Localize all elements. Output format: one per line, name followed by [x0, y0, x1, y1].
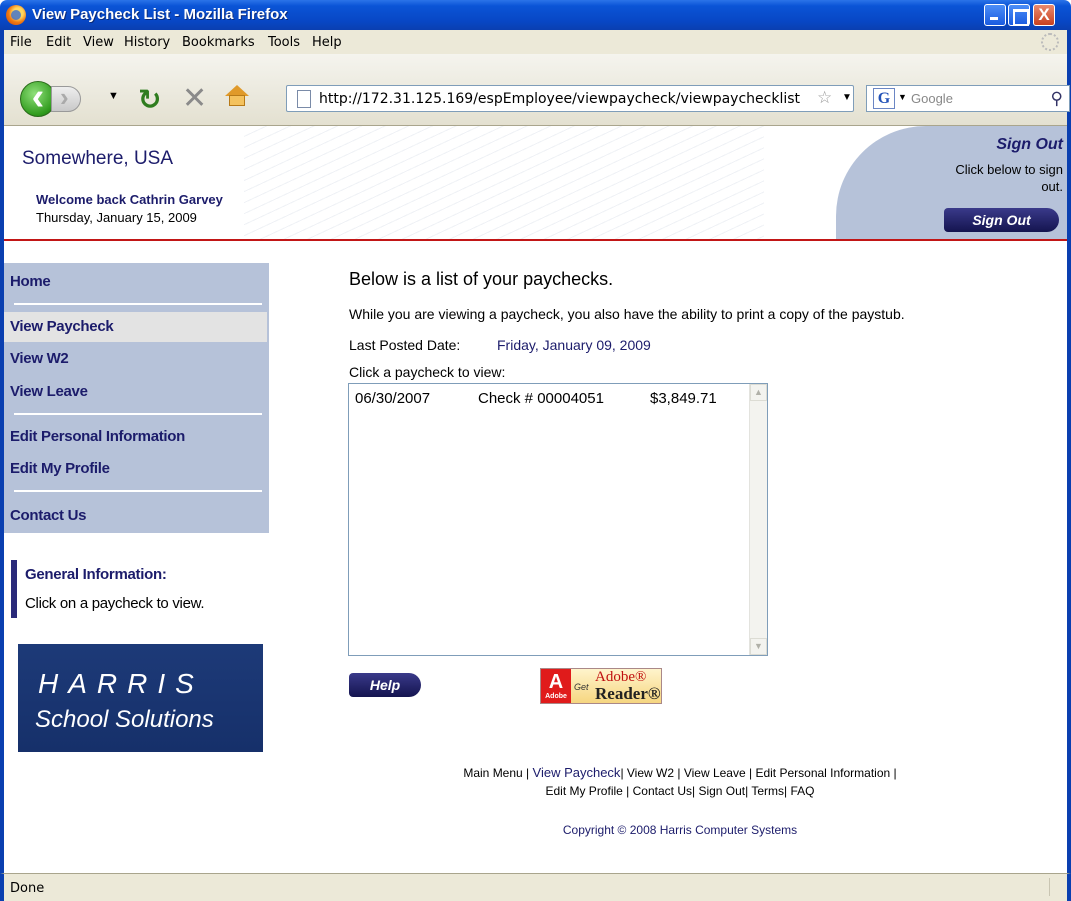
stop-icon[interactable]: ✕ — [182, 81, 207, 116]
close-button[interactable]: X — [1033, 4, 1055, 26]
home-icon[interactable] — [225, 85, 249, 107]
sidebar-item-edit-my-profile[interactable]: Edit My Profile — [10, 460, 110, 477]
menu-tools[interactable]: Tools — [268, 35, 300, 50]
harris-logo-wordmark: HARRIS — [38, 668, 204, 699]
footer-links-row-1: Main Menu | View Paycheck| View W2 | Vie… — [463, 765, 897, 780]
signout-description: Click below to sign out. — [955, 162, 1063, 194]
footer-links-row-2: Edit My Profile | Contact Us| Sign Out| … — [545, 784, 815, 798]
sidebar-item-home[interactable]: Home — [10, 273, 51, 290]
url-text[interactable]: http://172.31.125.169/espEmployee/viewpa… — [319, 91, 800, 107]
last-posted-label: Last Posted Date: — [349, 337, 461, 353]
header-divider — [4, 239, 1067, 241]
forward-icon[interactable] — [51, 82, 81, 113]
reload-icon[interactable]: ↻ — [138, 83, 161, 116]
history-dropdown-icon[interactable]: ▼ — [108, 90, 119, 102]
footer-link-view-paycheck[interactable]: View Paycheck — [533, 765, 621, 780]
last-posted-date: Friday, January 09, 2009 — [497, 337, 651, 353]
maximize-button[interactable] — [1008, 4, 1030, 26]
search-input[interactable]: Google — [911, 91, 953, 106]
header-decoration — [244, 126, 764, 241]
menu-file[interactable]: File — [10, 35, 32, 50]
page-title: Below is a list of your paychecks. — [349, 269, 614, 289]
paycheck-amount: $3,849.71 — [650, 390, 717, 407]
info-accent-bar — [11, 560, 17, 618]
window-border-left — [0, 126, 4, 873]
minimize-icon — [985, 5, 1005, 25]
footer-link-terms[interactable]: Terms — [751, 784, 784, 798]
sidebar-item-view-paycheck[interactable]: View Paycheck — [10, 318, 114, 335]
current-date: Thursday, January 15, 2009 — [36, 210, 197, 225]
search-engine-dropdown-icon[interactable]: ▼ — [898, 92, 907, 102]
scroll-down-icon[interactable]: ▼ — [750, 638, 767, 655]
resize-grip-icon[interactable] — [1049, 878, 1063, 896]
firefox-icon — [6, 5, 26, 25]
footer-link-sign-out[interactable]: Sign Out — [698, 784, 745, 798]
copyright-notice: Copyright © 2008 Harris Computer Systems — [562, 823, 798, 837]
footer-link-faq[interactable]: FAQ — [791, 784, 815, 798]
scroll-up-icon[interactable]: ▲ — [750, 384, 767, 401]
footer-link-contact-us[interactable]: Contact Us — [633, 784, 692, 798]
google-icon[interactable]: G — [873, 88, 895, 109]
paycheck-number: Check # 00004051 — [478, 390, 604, 407]
status-text: Done — [10, 881, 45, 896]
sidebar-item-edit-personal-information[interactable]: Edit Personal Information — [10, 428, 185, 445]
site-name: Somewhere, USA — [22, 148, 174, 169]
welcome-message: Welcome back Cathrin Garvey — [36, 192, 223, 207]
close-icon: X — [1038, 5, 1050, 24]
footer-link-edit-my-profile[interactable]: Edit My Profile — [545, 784, 622, 798]
paycheck-list-label: Click a paycheck to view: — [349, 364, 506, 380]
general-information-title: General Information: — [25, 566, 167, 583]
menu-bookmarks[interactable]: Bookmarks — [182, 35, 255, 50]
get-adobe-reader-badge[interactable]: A Adobe Get Adobe® Reader® — [540, 668, 662, 704]
page-icon — [297, 90, 311, 108]
sidebar-divider — [14, 490, 262, 492]
url-dropdown-icon[interactable]: ▼ — [842, 92, 852, 103]
search-icon[interactable]: ⚲ — [1051, 89, 1063, 109]
paycheck-date: 06/30/2007 — [355, 390, 431, 407]
sidebar-item-contact-us[interactable]: Contact Us — [10, 507, 86, 524]
throbber-icon — [1041, 33, 1059, 51]
footer-link-view-w2[interactable]: View W2 — [627, 766, 674, 780]
window-title: View Paycheck List - Mozilla Firefox — [32, 6, 288, 23]
sidebar-divider — [14, 413, 262, 415]
harris-logo: HARRIS School Solutions — [18, 644, 263, 752]
general-information-text: Click on a paycheck to view. — [25, 595, 205, 612]
signout-button[interactable]: Sign Out — [944, 208, 1059, 232]
search-bar[interactable]: G ▼ Google ⚲ — [866, 85, 1070, 112]
adobe-logo-caption: Adobe — [545, 693, 567, 700]
footer-link-main-menu[interactable]: Main Menu — [463, 766, 522, 780]
menu-help[interactable]: Help — [312, 35, 342, 50]
menu-edit[interactable]: Edit — [46, 35, 71, 50]
window-border-right — [1067, 126, 1071, 873]
sidebar-item-view-leave[interactable]: View Leave — [10, 383, 88, 400]
bookmark-star-icon[interactable]: ☆ — [817, 88, 832, 108]
help-button[interactable]: Help — [349, 673, 421, 697]
menu-history[interactable]: History — [124, 35, 170, 50]
menu-bar: File Edit View History Bookmarks Tools H… — [0, 30, 1071, 54]
signout-title: Sign Out — [996, 136, 1063, 153]
minimize-button[interactable] — [984, 4, 1006, 26]
page-description: While you are viewing a paycheck, you al… — [349, 306, 905, 322]
harris-logo-tagline: School Solutions — [35, 706, 214, 733]
listbox-scrollbar[interactable]: ▲ ▼ — [749, 384, 767, 655]
menu-view[interactable]: View — [83, 35, 114, 50]
status-bar: Done — [0, 873, 1071, 901]
navigation-toolbar: ▼ ↻ ✕ http://172.31.125.169/espEmployee/… — [0, 54, 1071, 126]
paycheck-listbox[interactable]: 06/30/2007 Check # 00004051 $3,849.71 ▲ … — [348, 383, 768, 656]
paycheck-row[interactable]: 06/30/2007 Check # 00004051 $3,849.71 — [355, 390, 717, 407]
footer-link-view-leave[interactable]: View Leave — [684, 766, 746, 780]
footer-link-edit-personal-information[interactable]: Edit Personal Information — [755, 766, 890, 780]
sidebar-divider — [14, 303, 262, 305]
adobe-reader-label: Reader® — [595, 684, 661, 703]
maximize-icon — [1009, 5, 1029, 26]
adobe-get-label: Get — [574, 682, 589, 692]
url-bar[interactable]: http://172.31.125.169/espEmployee/viewpa… — [286, 85, 854, 112]
window-titlebar: View Paycheck List - Mozilla Firefox X — [0, 0, 1071, 30]
sidebar-item-view-w2[interactable]: View W2 — [10, 350, 69, 367]
